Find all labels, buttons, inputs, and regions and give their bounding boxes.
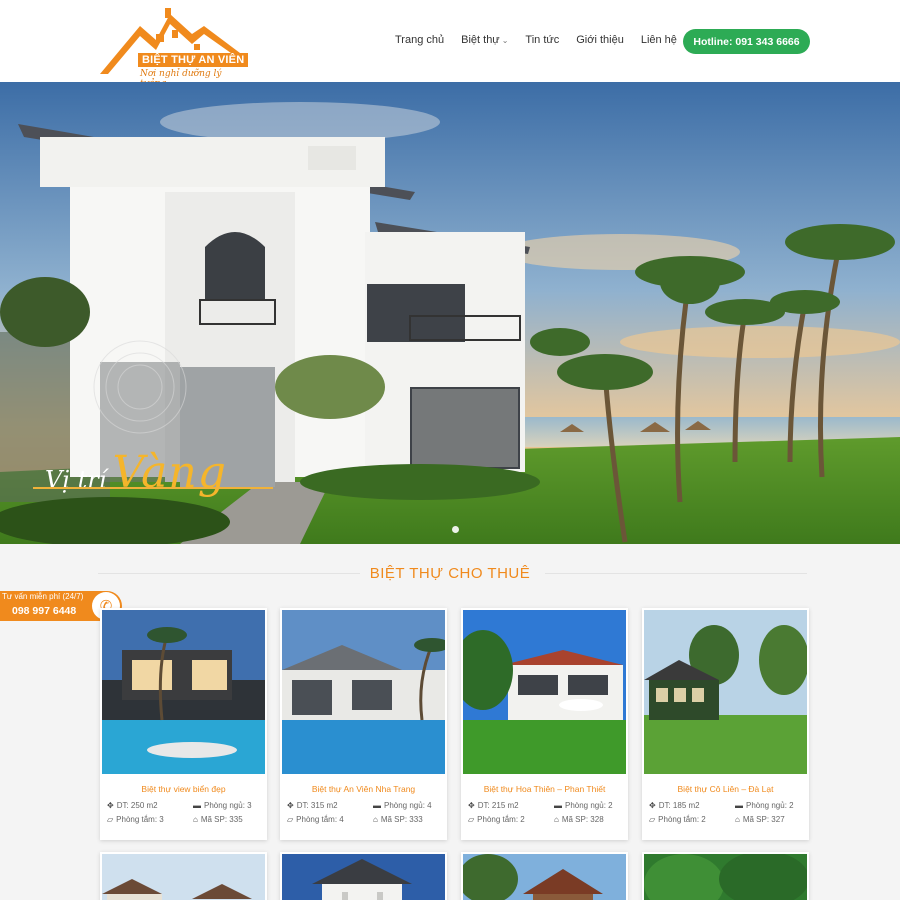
site-logo[interactable]: BIỆT THỰ AN VIÊN Nơi nghỉ dưỡng lý tưởng xyxy=(100,4,250,89)
nav-item-news[interactable]: Tin tức xyxy=(525,34,559,46)
main-nav: Trang chủ Biệt thự ⌄ Tin tức Giới thiệu L… xyxy=(395,34,694,46)
nav-item-contact[interactable]: Liên hệ xyxy=(641,34,677,46)
listing-bedrooms: Phòng ngủ: 2 xyxy=(746,801,794,810)
listing-card[interactable]: Biệt thự An Viên Nha Trang ✥ DT: 315 m2 ▬… xyxy=(280,608,447,840)
listing-card[interactable]: Biệt thự view biển đẹp ✥ DT: 250 m2 ▬ Phòn… xyxy=(100,608,267,840)
listing-area: DT: 315 m2 xyxy=(296,801,338,810)
villa-garden-image xyxy=(644,610,807,774)
listing-image[interactable] xyxy=(282,610,445,774)
home-icon: ⌂ xyxy=(735,815,740,824)
nav-label: Liên hệ xyxy=(640,34,677,46)
consult-label: Tư vấn miễn phí (24/7) xyxy=(2,592,84,601)
home-icon: ⌂ xyxy=(373,815,378,824)
listing-code: Mã SP: 333 xyxy=(380,815,423,824)
page: BIỆT THỰ AN VIÊN Nơi nghỉ dưỡng lý tưởng… xyxy=(0,0,900,900)
bath-icon: ▱ xyxy=(107,815,114,824)
listing-meta-row: ▱ Phòng tắm: 4 ⌂ Mã SP: 333 xyxy=(280,815,447,824)
listing-card[interactable]: Biệt thự Hoa Thiên – Phan Thiết ✥ DT: 215… xyxy=(461,608,628,840)
slider-dot[interactable] xyxy=(452,526,459,533)
nav-item-about[interactable]: Giới thiệu xyxy=(576,34,624,46)
home-icon: ⌂ xyxy=(193,815,198,824)
listing-card[interactable] xyxy=(642,852,809,900)
listing-bedrooms: Phòng ngủ: 4 xyxy=(384,801,432,810)
hero-caption: Vị trí Vàng xyxy=(45,447,227,498)
listing-meta-row: ✥ DT: 215 m2 ▬ Phòng ngủ: 2 xyxy=(461,801,628,810)
bed-icon: ▬ xyxy=(193,801,201,810)
listing-image[interactable] xyxy=(644,610,807,774)
logo-title: BIỆT THỰ AN VIÊN xyxy=(138,53,249,67)
consult-phone: 098 997 6448 xyxy=(12,605,77,617)
villa-image xyxy=(282,854,445,900)
nav-item-home[interactable]: Trang chủ xyxy=(395,34,444,46)
listing-code: Mã SP: 335 xyxy=(200,815,243,824)
listing-image[interactable] xyxy=(644,854,807,900)
listing-bathrooms: Phòng tắm: 2 xyxy=(658,815,706,824)
listing-image[interactable] xyxy=(102,610,265,774)
listing-bedrooms: Phòng ngủ: 3 xyxy=(204,801,252,810)
hero-slider[interactable]: Vị trí Vàng xyxy=(0,82,900,544)
listing-card[interactable] xyxy=(280,852,447,900)
area-icon: ✥ xyxy=(107,801,114,810)
area-icon: ✥ xyxy=(468,801,475,810)
nav-label: Tin tức xyxy=(525,34,560,46)
listing-meta-row: ✥ DT: 250 m2 ▬ Phòng ngủ: 3 xyxy=(100,801,267,810)
listing-meta-row: ▱ Phòng tắm: 2 ⌂ Mã SP: 328 xyxy=(461,815,628,824)
villa-image xyxy=(463,854,626,900)
area-icon: ✥ xyxy=(649,801,656,810)
listing-card[interactable]: Biệt thự Cô Liên – Đà Lạt ✥ DT: 185 m2 ▬ P… xyxy=(642,608,809,840)
hotline-button[interactable]: Hotline: 091 343 6666 xyxy=(683,29,810,54)
listing-image[interactable] xyxy=(463,854,626,900)
listing-image[interactable] xyxy=(282,854,445,900)
hero-caption-small: Vị trí xyxy=(45,466,107,494)
listing-bathrooms: Phòng tắm: 4 xyxy=(296,815,344,824)
bed-icon: ▬ xyxy=(373,801,381,810)
villa-pool-image xyxy=(282,610,445,774)
listing-meta-row: ▱ Phòng tắm: 2 ⌂ Mã SP: 327 xyxy=(642,815,809,824)
chevron-down-icon: ⌄ xyxy=(501,35,509,45)
listing-code: Mã SP: 328 xyxy=(561,815,604,824)
listing-meta-row: ▱ Phòng tắm: 3 ⌂ Mã SP: 335 xyxy=(100,815,267,824)
villa-image xyxy=(102,854,265,900)
listing-bathrooms: Phòng tắm: 3 xyxy=(116,815,164,824)
site-header: BIỆT THỰ AN VIÊN Nơi nghỉ dưỡng lý tưởng… xyxy=(0,0,900,89)
home-icon: ⌂ xyxy=(554,815,559,824)
listing-title[interactable]: Biệt thự An Viên Nha Trang xyxy=(280,784,447,794)
listing-title[interactable]: Biệt thự Cô Liên – Đà Lạt xyxy=(642,784,809,794)
listing-image[interactable] xyxy=(463,610,626,774)
listing-meta-row: ✥ DT: 315 m2 ▬ Phòng ngủ: 4 xyxy=(280,801,447,810)
section-divider-right xyxy=(545,573,807,574)
hero-caption-big: Vàng xyxy=(112,447,227,498)
hero-caption-underline xyxy=(33,487,273,489)
listing-code: Mã SP: 327 xyxy=(742,815,785,824)
listing-area: DT: 215 m2 xyxy=(477,801,519,810)
nav-label: Biệt thự xyxy=(461,34,500,46)
villa-lawn-image xyxy=(463,610,626,774)
listing-card[interactable] xyxy=(461,852,628,900)
bath-icon: ▱ xyxy=(287,815,294,824)
listing-title[interactable]: Biệt thự Hoa Thiên – Phan Thiết xyxy=(461,784,628,794)
listing-area: DT: 250 m2 xyxy=(116,801,158,810)
area-icon: ✥ xyxy=(287,801,294,810)
listing-area: DT: 185 m2 xyxy=(658,801,700,810)
bed-icon: ▬ xyxy=(735,801,743,810)
bed-icon: ▬ xyxy=(554,801,562,810)
listing-title[interactable]: Biệt thự view biển đẹp xyxy=(100,784,267,794)
bath-icon: ▱ xyxy=(468,815,475,824)
listing-bathrooms: Phòng tắm: 2 xyxy=(477,815,525,824)
nav-label: Trang chủ xyxy=(395,34,445,46)
listing-meta-row: ✥ DT: 185 m2 ▬ Phòng ngủ: 2 xyxy=(642,801,809,810)
villa-image xyxy=(644,854,807,900)
nav-item-villas[interactable]: Biệt thự ⌄ xyxy=(461,34,508,46)
listing-card[interactable] xyxy=(100,852,267,900)
listing-bedrooms: Phòng ngủ: 2 xyxy=(565,801,613,810)
nav-label: Giới thiệu xyxy=(576,34,624,46)
villa-pool-image xyxy=(102,610,265,774)
bath-icon: ▱ xyxy=(649,815,656,824)
listing-image[interactable] xyxy=(102,854,265,900)
